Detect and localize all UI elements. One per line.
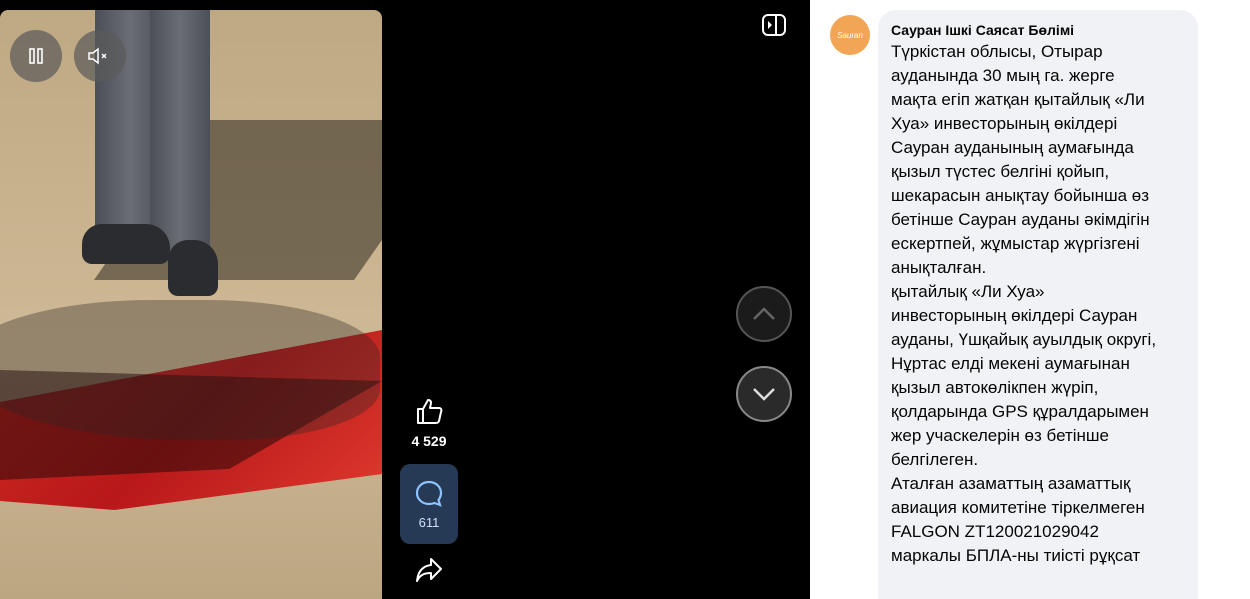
post-text-line: шекарасын анықтау бойынша өз <box>891 186 1150 205</box>
comment-count: 611 <box>418 515 440 530</box>
post-text-line: мақта егіп жатқан қытайлық «Ли <box>891 90 1145 109</box>
author-avatar[interactable]: Sauran <box>830 15 870 55</box>
pause-icon <box>29 48 43 64</box>
post-text-line: ауданы, Үшқайық ауылдық округі, <box>891 330 1157 349</box>
chevron-down-icon <box>753 388 775 401</box>
person-shoe <box>168 240 218 296</box>
post-text-line: ауданында 30 мың га. жерге <box>891 66 1115 85</box>
post-text-line: қолдарында GPS құралдарымен <box>891 402 1149 421</box>
speaker-muted-icon <box>88 47 107 65</box>
panel-toggle-icon <box>762 14 786 36</box>
chevron-up-icon <box>753 307 775 320</box>
avatar-logo-text: Sauran <box>837 30 863 40</box>
post-text-line: Аталған азаматтың азаматтық <box>891 474 1131 493</box>
thumbs-up-icon <box>417 399 443 424</box>
post-author[interactable]: Сауран Ішкі Саясат Бөлімі <box>891 22 1074 38</box>
post-text-line: FALGON ZT120021029042 <box>891 522 1099 541</box>
post-text-line: жер учаскелерін өз бетінше <box>891 426 1110 445</box>
video-player[interactable] <box>0 10 382 599</box>
post-text-line: қызыл автокөлікпен жүріп, <box>891 378 1099 397</box>
video-stage: 4 529 611 <box>0 0 810 599</box>
person-leg <box>150 10 210 250</box>
person-shoe <box>82 224 170 264</box>
share-arrow-icon <box>416 558 442 582</box>
like-count: 4 529 <box>411 433 447 449</box>
panel-toggle-button[interactable] <box>760 12 788 38</box>
comment-button[interactable]: 611 <box>400 464 458 544</box>
post-text-line: авиация комитетіне тіркелмеген <box>891 498 1145 517</box>
post-text: Түркістан облысы, Отырар ауданында 30 мың… <box>891 40 1191 568</box>
comment-bubble-icon <box>415 480 443 507</box>
post-text-line: Сауран ауданының аумағында <box>891 138 1134 157</box>
share-button[interactable] <box>400 556 458 589</box>
previous-video-button[interactable] <box>736 286 792 342</box>
post-bubble: Сауран Ішкі Саясат Бөлімі Түркістан облы… <box>878 10 1198 599</box>
post-text-line: белгілеген. <box>891 450 979 469</box>
like-button[interactable]: 4 529 <box>400 396 458 449</box>
pause-button[interactable] <box>10 30 62 82</box>
post-text-line: ескертпей, жұмыстар жүргізгені <box>891 234 1140 253</box>
post-text-line: маркалы БПЛА-ны тиісті рұқсат <box>891 546 1141 565</box>
post-text-line: анықталған. <box>891 258 987 277</box>
post-text-line: қытайлық «Ли Хуа» <box>891 282 1045 301</box>
post-text-line: бетінше Сауран ауданы әкімдігін <box>891 210 1150 229</box>
person-shadow <box>0 300 380 440</box>
post-text-line: Түркістан облысы, Отырар <box>891 42 1103 61</box>
post-text-line: Хуа» инвесторының өкілдері <box>891 114 1118 133</box>
mute-button[interactable] <box>74 30 126 82</box>
post-text-line: қызыл түстес белгіні қойып, <box>891 162 1110 181</box>
post-text-line: инвесторының өкілдері Сауран <box>891 306 1138 325</box>
next-video-button[interactable] <box>736 366 792 422</box>
post-text-line: Нұртас елді мекені аумағынан <box>891 354 1130 373</box>
